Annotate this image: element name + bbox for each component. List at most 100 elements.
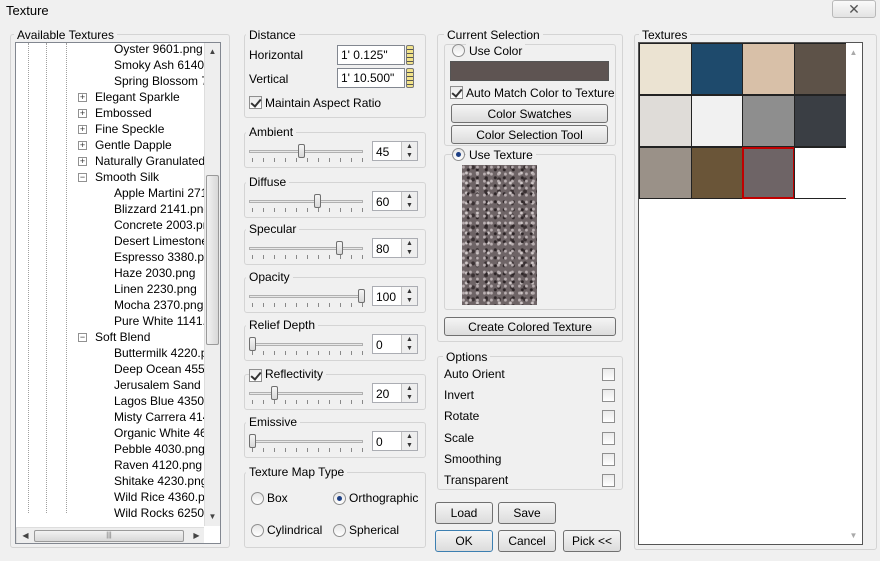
reflectivity-slider-track[interactable]: [249, 392, 363, 395]
option-checkbox[interactable]: [602, 389, 615, 403]
radio-box[interactable]: [251, 492, 264, 505]
spin-down-icon[interactable]: ▼: [401, 393, 417, 402]
diffuse-slider-track[interactable]: [249, 200, 363, 203]
texture-swatch[interactable]: [742, 147, 795, 199]
textures-grid[interactable]: ▲ ▼: [638, 42, 863, 545]
tree-item[interactable]: Smoky Ash 6140.p: [114, 57, 214, 73]
spin-up-icon[interactable]: ▲: [401, 335, 417, 344]
spin-up-icon[interactable]: ▲: [401, 192, 417, 201]
diffuse-spinbox[interactable]: 60 ▲ ▼: [372, 191, 418, 211]
tree-item[interactable]: Deep Ocean 4550: [114, 361, 211, 377]
tree-item[interactable]: Desert Limestone 2: [114, 233, 218, 249]
ok-button[interactable]: OK: [435, 530, 493, 552]
spin-down-icon[interactable]: ▼: [401, 151, 417, 160]
tree-item[interactable]: Linen 2230.png: [114, 281, 197, 297]
ambient-slider-thumb[interactable]: [298, 144, 306, 158]
tree-item[interactable]: Jerusalem Sand 42: [114, 377, 217, 393]
tree-item[interactable]: Spring Blossom 72(: [114, 73, 219, 89]
textures-scroll-up-icon[interactable]: ▲: [846, 45, 861, 60]
emissive-slider-thumb[interactable]: [249, 434, 256, 448]
tree-item[interactable]: Haze 2030.png: [114, 265, 195, 281]
tree-vertical-scrollbar[interactable]: ▲ ▼: [204, 43, 220, 526]
tree-folder[interactable]: Gentle Dapple: [95, 137, 172, 153]
opacity-slider-track[interactable]: [249, 295, 363, 298]
relief-depth-spinbox[interactable]: 0 ▲ ▼: [372, 334, 418, 354]
relief-depth-slider-thumb[interactable]: [249, 337, 256, 351]
vertical-input[interactable]: 1' 10.500": [337, 68, 405, 88]
option-checkbox[interactable]: [602, 410, 615, 424]
tree-item[interactable]: Lagos Blue 4350.p: [114, 393, 214, 409]
spin-up-icon[interactable]: ▲: [401, 287, 417, 296]
spin-down-icon[interactable]: ▼: [401, 344, 417, 353]
selected-color-box[interactable]: [450, 61, 609, 81]
tree-item[interactable]: Pure White 1141.p: [114, 313, 213, 329]
texture-swatch[interactable]: [639, 95, 692, 147]
tree-folder[interactable]: Smooth Silk: [95, 169, 159, 185]
texture-swatch[interactable]: [793, 43, 847, 95]
expand-icon[interactable]: +: [78, 141, 87, 150]
texture-swatch[interactable]: [690, 95, 744, 147]
emissive-slider-track[interactable]: [249, 440, 363, 443]
option-checkbox[interactable]: [602, 368, 615, 381]
pick-button[interactable]: Pick <<: [563, 530, 621, 552]
horizontal-input[interactable]: 1' 0.125": [337, 45, 405, 65]
specular-slider-thumb[interactable]: [336, 241, 344, 255]
specular-spinbox[interactable]: 80 ▲ ▼: [372, 238, 418, 258]
spin-up-icon[interactable]: ▲: [401, 384, 417, 393]
scroll-down-icon[interactable]: ▼: [205, 509, 220, 524]
texture-swatch[interactable]: [690, 147, 744, 199]
tree-item[interactable]: Apple Martini 2710: [114, 185, 214, 201]
expand-icon[interactable]: +: [78, 93, 87, 102]
textures-scrollbar[interactable]: ▲ ▼: [846, 43, 862, 544]
collapse-icon[interactable]: −: [78, 333, 87, 342]
tree-item[interactable]: Wild Rocks 6250.p: [114, 505, 214, 521]
spin-down-icon[interactable]: ▼: [401, 296, 417, 305]
tree-horizontal-scrollbar[interactable]: ◀ ||| ▶: [16, 527, 204, 543]
radio-spherical[interactable]: [333, 524, 346, 537]
opacity-spinbox[interactable]: 100 ▲ ▼: [372, 286, 418, 306]
option-checkbox[interactable]: [602, 431, 615, 445]
texture-swatch[interactable]: [639, 147, 692, 199]
relief-depth-slider-track[interactable]: [249, 343, 363, 346]
tree-item[interactable]: Blizzard 2141.png: [114, 201, 210, 217]
ambient-spinbox[interactable]: 45 ▲ ▼: [372, 141, 418, 161]
textures-scroll-down-icon[interactable]: ▼: [846, 528, 861, 543]
texture-tree[interactable]: Oyster 9601.png Smoky Ash 6140.p Spring Bl…: [15, 42, 221, 544]
expand-icon[interactable]: +: [78, 125, 87, 134]
auto-match-checkbox[interactable]: [450, 86, 463, 99]
spin-up-icon[interactable]: ▲: [401, 432, 417, 441]
color-swatches-button[interactable]: Color Swatches: [451, 104, 608, 123]
reflectivity-spinbox[interactable]: 20 ▲ ▼: [372, 383, 418, 403]
spin-up-icon[interactable]: ▲: [401, 142, 417, 151]
tree-folder[interactable]: Fine Speckle: [95, 121, 164, 137]
load-button[interactable]: Load: [435, 502, 493, 524]
tree-item[interactable]: Concrete 2003.png: [114, 217, 216, 233]
emissive-spinbox[interactable]: 0 ▲ ▼: [372, 431, 418, 451]
tree-item[interactable]: Shitake 4230.png: [114, 473, 207, 489]
tree-item[interactable]: Oyster 9601.png: [114, 43, 203, 57]
collapse-icon[interactable]: −: [78, 173, 87, 182]
tree-item[interactable]: Mocha 2370.png: [114, 297, 203, 313]
diffuse-slider-thumb[interactable]: [314, 194, 322, 208]
maintain-aspect-checkbox[interactable]: [249, 96, 262, 109]
tree-item[interactable]: Pebble 4030.png: [114, 441, 205, 457]
radio-cylindrical[interactable]: [251, 524, 264, 537]
specular-slider-track[interactable]: [249, 247, 363, 250]
radio-orthographic[interactable]: [333, 492, 346, 505]
tree-item[interactable]: Misty Carrera 4141: [114, 409, 216, 425]
texture-swatch[interactable]: [793, 95, 847, 147]
tree-item[interactable]: Espresso 3380.pn: [114, 249, 211, 265]
tree-item[interactable]: Organic White 460: [114, 425, 213, 441]
tree-folder[interactable]: Naturally Granulated: [95, 153, 205, 169]
tree-folder[interactable]: Elegant Sparkle: [95, 89, 180, 105]
save-button[interactable]: Save: [498, 502, 556, 524]
radio-use-texture[interactable]: [452, 148, 465, 161]
tree-folder[interactable]: Embossed: [95, 105, 152, 121]
spin-down-icon[interactable]: ▼: [401, 248, 417, 257]
spin-up-icon[interactable]: ▲: [401, 239, 417, 248]
scroll-left-icon[interactable]: ◀: [18, 528, 33, 543]
scroll-right-icon[interactable]: ▶: [189, 528, 204, 543]
tree-scroll-thumb[interactable]: [206, 175, 219, 345]
option-checkbox[interactable]: [602, 452, 615, 466]
reflectivity-slider-thumb[interactable]: [270, 386, 278, 400]
